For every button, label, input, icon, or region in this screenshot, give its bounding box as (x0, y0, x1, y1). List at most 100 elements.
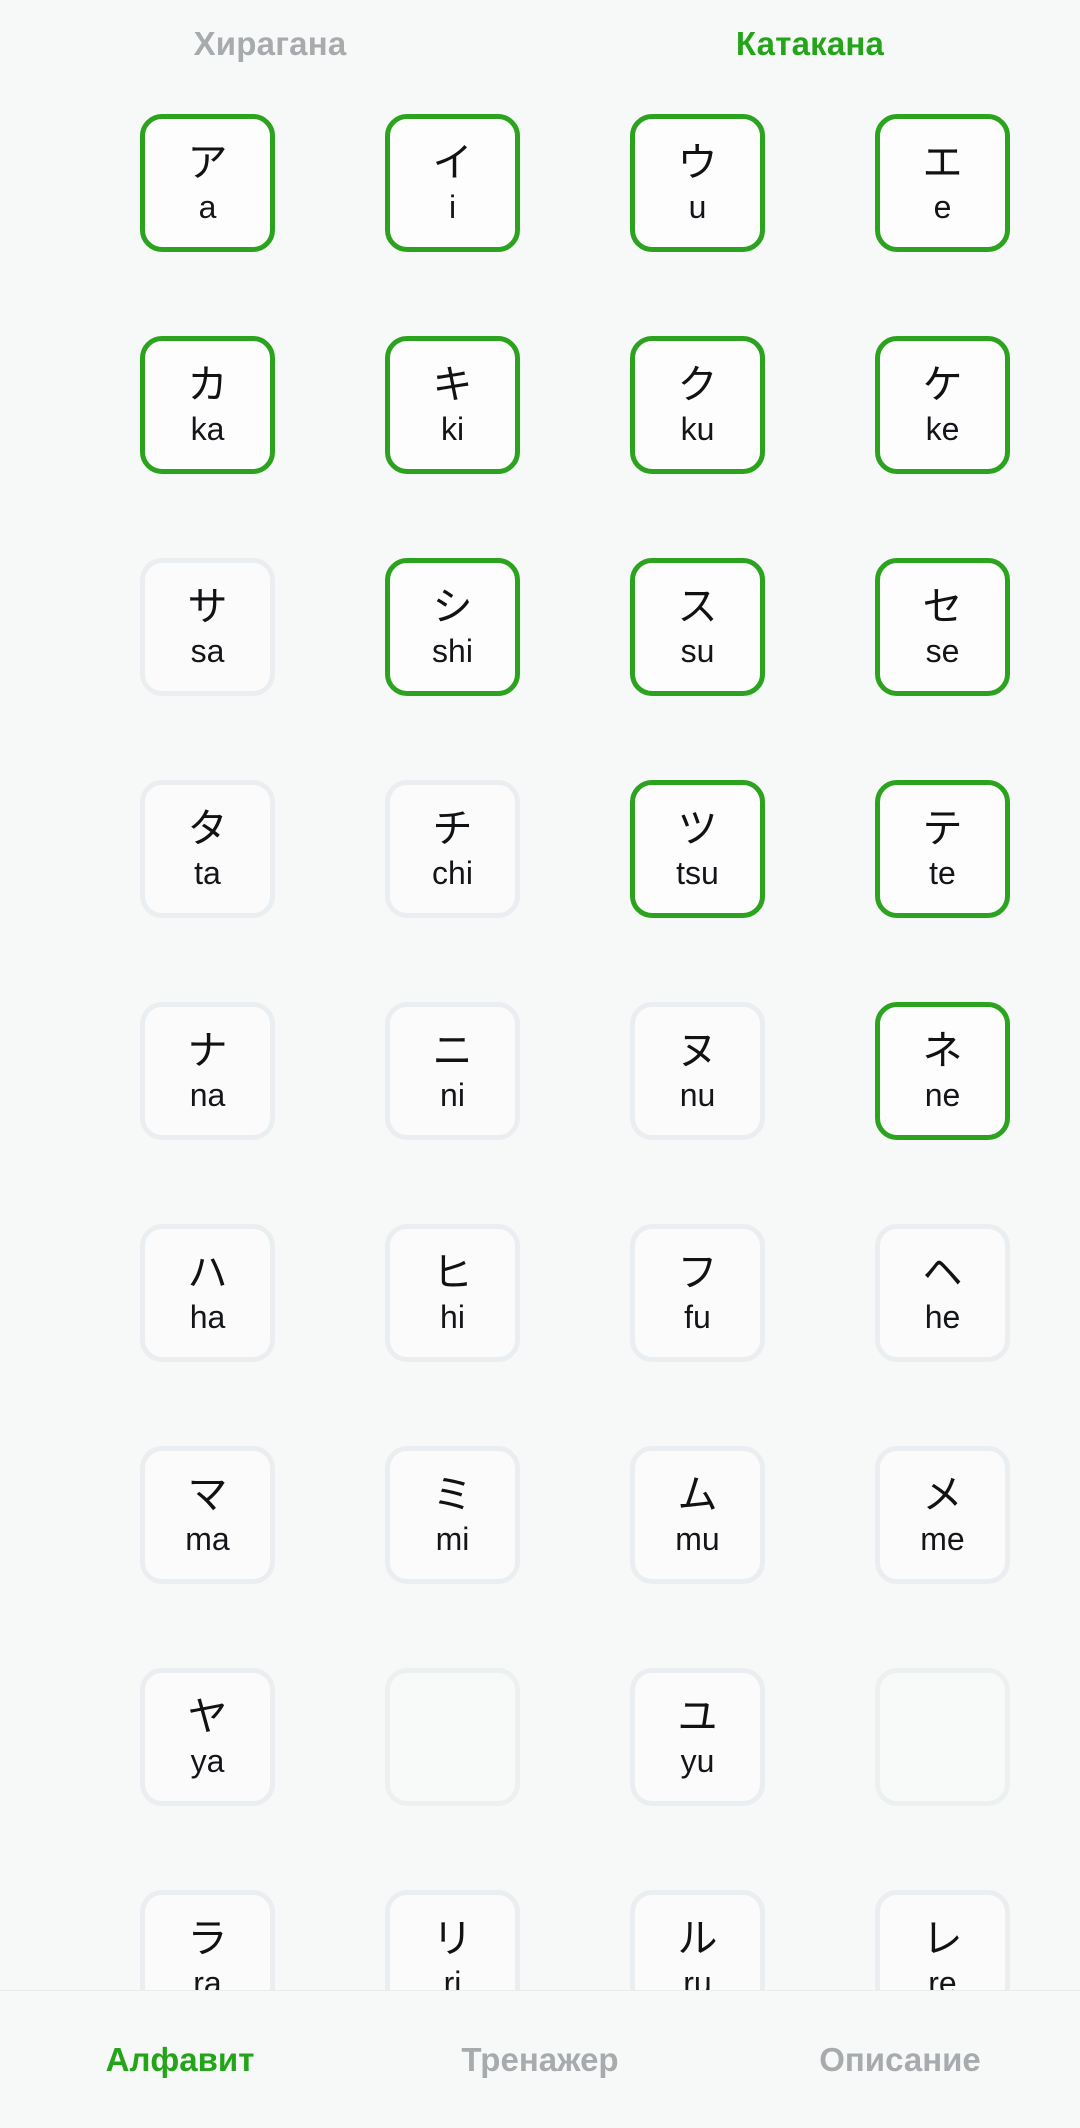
kana-character: ユ (677, 1694, 718, 1740)
kana-cell-tsu[interactable]: ツ tsu (630, 780, 765, 918)
kana-cell-shi[interactable]: シ shi (385, 558, 520, 696)
kana-romaji: chi (432, 855, 473, 891)
nav-item-alphabet[interactable]: Алфавит (0, 2041, 360, 2079)
kana-romaji: na (189, 1077, 226, 1113)
kana-romaji: ha (189, 1299, 226, 1335)
kana-character: ニ (432, 1028, 473, 1074)
bottom-navigation-bar: Алфавит Тренажер Описание (0, 1990, 1080, 2128)
kana-cell-i[interactable]: イi (385, 114, 520, 252)
kana-grid-scroll-area[interactable]: アaイiウuエeオoカkaキkiクkuケkeコkoサsaシshiスsuセseソs… (0, 88, 1080, 1990)
kana-cell-me[interactable]: メ me (875, 1446, 1010, 1584)
kana-character: セ (922, 584, 963, 630)
kana-character: ア (187, 140, 228, 186)
kana-cell-ni[interactable]: ニ ni (385, 1002, 520, 1140)
kana-cell-re[interactable]: レ re (875, 1890, 1010, 1990)
kana-cell-e[interactable]: エe (875, 114, 1010, 252)
kana-character: タ (187, 806, 228, 852)
kana-cell-na[interactable]: ナ na (140, 1002, 275, 1140)
kana-romaji: re (928, 1965, 957, 1990)
kana-romaji: se (925, 633, 960, 669)
kana-cell-he[interactable]: ヘ he (875, 1224, 1010, 1362)
kana-character: カ (187, 362, 228, 408)
kana-cell-ri[interactable]: リ ri (385, 1890, 520, 1990)
kana-cell-se[interactable]: セ se (875, 558, 1010, 696)
kana-cell-ru[interactable]: ル ru (630, 1890, 765, 1990)
kana-romaji: ri (443, 1965, 462, 1990)
kana-romaji: he (924, 1299, 961, 1335)
kana-romaji: ma (185, 1521, 230, 1557)
kana-character: キ (432, 362, 473, 408)
kana-character: イ (432, 140, 473, 186)
kana-romaji: ka (190, 411, 225, 447)
kana-romaji: te (929, 855, 956, 891)
kana-cell-ne[interactable]: ネ ne (875, 1002, 1010, 1140)
kana-romaji: ne (924, 1077, 961, 1113)
kana-character: ハ (187, 1250, 228, 1296)
kana-romaji: sa (190, 633, 225, 669)
kana-cell-te[interactable]: テ te (875, 780, 1010, 918)
kana-character: ル (677, 1916, 718, 1962)
kana-cell-ma[interactable]: マ ma (140, 1446, 275, 1584)
kana-romaji: ra (193, 1965, 222, 1990)
kana-romaji: tsu (676, 855, 719, 891)
kana-character: ネ (922, 1028, 963, 1074)
kana-character: ケ (922, 362, 963, 408)
kana-character: ミ (432, 1472, 473, 1518)
nav-item-description[interactable]: Описание (720, 2041, 1080, 2079)
kana-cell-a[interactable]: アa (140, 114, 275, 252)
kana-character: ク (677, 362, 718, 408)
kana-character: サ (187, 584, 228, 630)
kana-cell-ya[interactable]: ヤ ya (140, 1668, 275, 1806)
kana-romaji: mi (435, 1521, 470, 1557)
kana-romaji: su (680, 633, 715, 669)
kana-character: メ (922, 1472, 963, 1518)
kana-cell-ra[interactable]: ラ ra (140, 1890, 275, 1990)
kana-cell-mu[interactable]: ム mu (630, 1446, 765, 1584)
kana-romaji: ni (440, 1077, 465, 1113)
kana-character: フ (677, 1250, 718, 1296)
kana-romaji: a (198, 189, 217, 225)
nav-item-trainer[interactable]: Тренажер (360, 2041, 720, 2079)
kana-cell-ha[interactable]: ハ ha (140, 1224, 275, 1362)
kana-cell-u[interactable]: ウu (630, 114, 765, 252)
kana-cell-sa[interactable]: サ sa (140, 558, 275, 696)
kana-romaji: ku (680, 411, 715, 447)
kana-romaji: ru (683, 1965, 712, 1990)
kana-cell-chi[interactable]: チ chi (385, 780, 520, 918)
kana-cell-hi[interactable]: ヒ hi (385, 1224, 520, 1362)
script-tab-katakana[interactable]: Катакана (540, 0, 1080, 88)
kana-character: リ (432, 1916, 473, 1962)
kana-character: ヤ (187, 1694, 228, 1740)
kana-romaji: ya (190, 1743, 225, 1779)
kana-cell-yu[interactable]: ユ yu (630, 1668, 765, 1806)
kana-cell-ki[interactable]: キ ki (385, 336, 520, 474)
kana-romaji: nu (679, 1077, 716, 1113)
kana-character: テ (922, 806, 963, 852)
kana-cell-ka[interactable]: カ ka (140, 336, 275, 474)
kana-romaji: hi (440, 1299, 465, 1335)
script-tab-bar: Хирагана Катакана (0, 0, 1080, 88)
kana-cell-empty (875, 1668, 1010, 1806)
kana-character: エ (922, 140, 963, 186)
kana-cell-ku[interactable]: ク ku (630, 336, 765, 474)
kana-romaji: fu (684, 1299, 711, 1335)
kana-cell-ke[interactable]: ケ ke (875, 336, 1010, 474)
kana-romaji: mu (675, 1521, 720, 1557)
kana-romaji: u (688, 189, 707, 225)
kana-character: ヒ (432, 1250, 473, 1296)
kana-character: ウ (677, 140, 718, 186)
kana-cell-su[interactable]: ス su (630, 558, 765, 696)
kana-romaji: ke (925, 411, 960, 447)
kana-cell-fu[interactable]: フ fu (630, 1224, 765, 1362)
kana-cell-nu[interactable]: ヌ nu (630, 1002, 765, 1140)
kana-character: シ (432, 584, 473, 630)
kana-character: ラ (187, 1916, 228, 1962)
kana-grid: アaイiウuエeオoカkaキkiクkuケkeコkoサsaシshiスsuセseソs… (0, 88, 1080, 1990)
kana-character: レ (922, 1916, 963, 1962)
kana-cell-mi[interactable]: ミ mi (385, 1446, 520, 1584)
kana-romaji: i (448, 189, 457, 225)
kana-character: ヘ (922, 1250, 963, 1296)
kana-cell-ta[interactable]: タ ta (140, 780, 275, 918)
script-tab-hiragana[interactable]: Хирагана (0, 0, 540, 88)
kana-character: マ (187, 1472, 228, 1518)
